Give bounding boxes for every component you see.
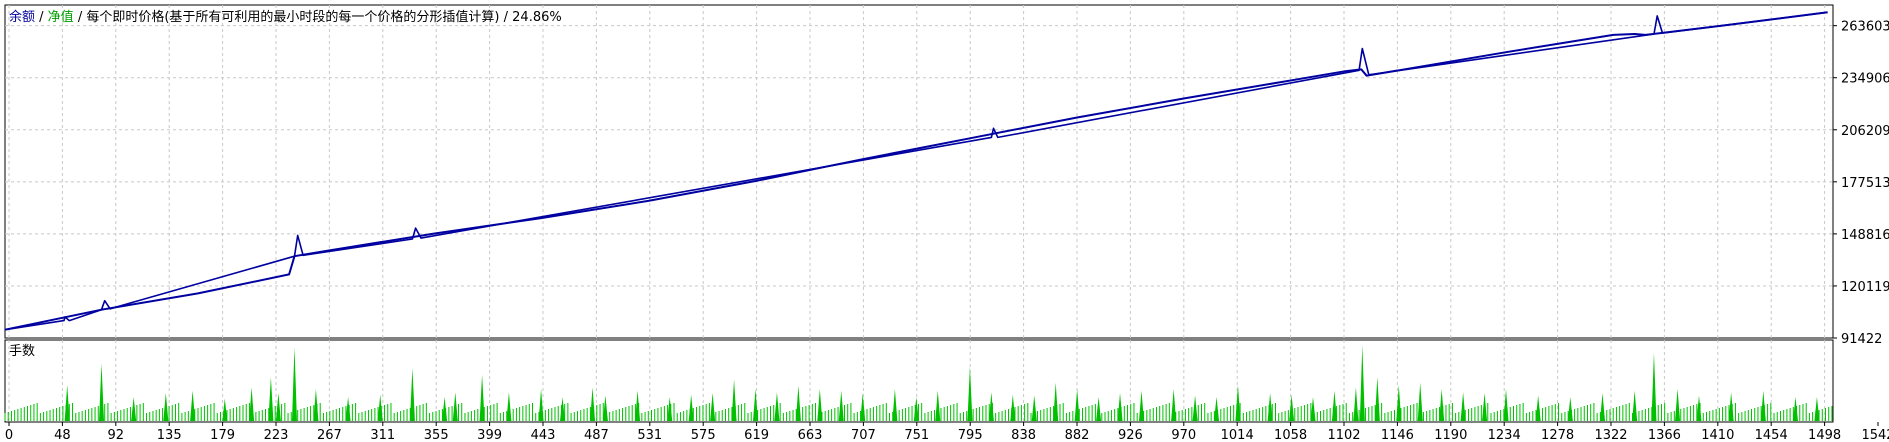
x-tick-label: 531 bbox=[637, 428, 662, 442]
y-tick-label: 120119 bbox=[1841, 280, 1889, 295]
y-tick-label: 177513 bbox=[1841, 176, 1889, 191]
x-tick-label: 487 bbox=[584, 428, 609, 442]
chart-svg: 263603 234906 206209 177513 148816 120119 9142… bbox=[4, 4, 1889, 442]
x-tick-label: 795 bbox=[958, 428, 983, 442]
x-tick-label: 267 bbox=[317, 428, 342, 442]
x-axis: 0 48 92 135 179 223 267 311 355 399 443 487 531 575 61… bbox=[5, 422, 1889, 442]
x-tick-label: 135 bbox=[157, 428, 182, 442]
legend-separator-3: / bbox=[500, 10, 513, 25]
legend-header: 余额 / 净值 / 每个即时价格(基于所有可利用的最小时段的每一个价格的分形插值… bbox=[9, 9, 562, 25]
x-tick-label: 575 bbox=[691, 428, 716, 442]
x-tick-label: 1542 bbox=[1861, 428, 1889, 442]
legend-balance: 余额 bbox=[9, 9, 35, 25]
x-tick-label: 1366 bbox=[1648, 428, 1681, 442]
x-tick-label: 48 bbox=[54, 428, 71, 442]
legend-percent: 24.86% bbox=[512, 10, 562, 25]
x-tick-label: 1278 bbox=[1541, 428, 1574, 442]
x-tick-label: 1234 bbox=[1488, 428, 1521, 442]
x-tick-label: 0 bbox=[5, 428, 13, 442]
x-tick-label: 970 bbox=[1171, 428, 1196, 442]
x-tick-label: 1410 bbox=[1701, 428, 1734, 442]
y-tick-label: 234906 bbox=[1841, 72, 1889, 87]
x-tick-label: 1058 bbox=[1274, 428, 1307, 442]
x-tick-label: 926 bbox=[1118, 428, 1143, 442]
x-tick-label: 663 bbox=[798, 428, 823, 442]
main-panel-frame bbox=[4, 4, 1834, 339]
y-tick-label: 148816 bbox=[1841, 228, 1889, 243]
x-tick-label: 223 bbox=[264, 428, 289, 442]
x-tick-label: 838 bbox=[1011, 428, 1036, 442]
x-tick-label: 1102 bbox=[1327, 428, 1360, 442]
y-tick-label: 206209 bbox=[1841, 124, 1889, 139]
y-tick-label: 91422 bbox=[1841, 332, 1882, 347]
x-tick-label: 1498 bbox=[1808, 428, 1841, 442]
x-tick-label: 399 bbox=[477, 428, 502, 442]
x-tick-label: 1454 bbox=[1755, 428, 1788, 442]
x-tick-label: 882 bbox=[1065, 428, 1090, 442]
y-axis: 263603 234906 206209 177513 148816 120119 9142… bbox=[1833, 20, 1889, 347]
x-tick-label: 311 bbox=[370, 428, 395, 442]
y-tick-label: 263603 bbox=[1841, 20, 1889, 35]
x-tick-label: 443 bbox=[531, 428, 556, 442]
legend-separator-2: / bbox=[74, 10, 87, 25]
x-tick-label: 1014 bbox=[1221, 428, 1254, 442]
x-tick-label: 1146 bbox=[1381, 428, 1414, 442]
x-tick-label: 707 bbox=[851, 428, 876, 442]
x-tick-label: 751 bbox=[904, 428, 929, 442]
x-tick-label: 92 bbox=[108, 428, 125, 442]
volume-panel-title: 手数 bbox=[9, 344, 35, 359]
legend-separator-1: / bbox=[35, 10, 48, 25]
legend-description: 每个即时价格(基于所有可利用的最小时段的每一个价格的分形插值计算) bbox=[86, 9, 499, 25]
x-tick-label: 1190 bbox=[1434, 428, 1467, 442]
legend-equity: 净值 bbox=[48, 9, 74, 25]
x-tick-label: 1322 bbox=[1594, 428, 1627, 442]
x-tick-label: 619 bbox=[744, 428, 769, 442]
x-tick-label: 179 bbox=[210, 428, 235, 442]
x-tick-label: 355 bbox=[424, 428, 449, 442]
